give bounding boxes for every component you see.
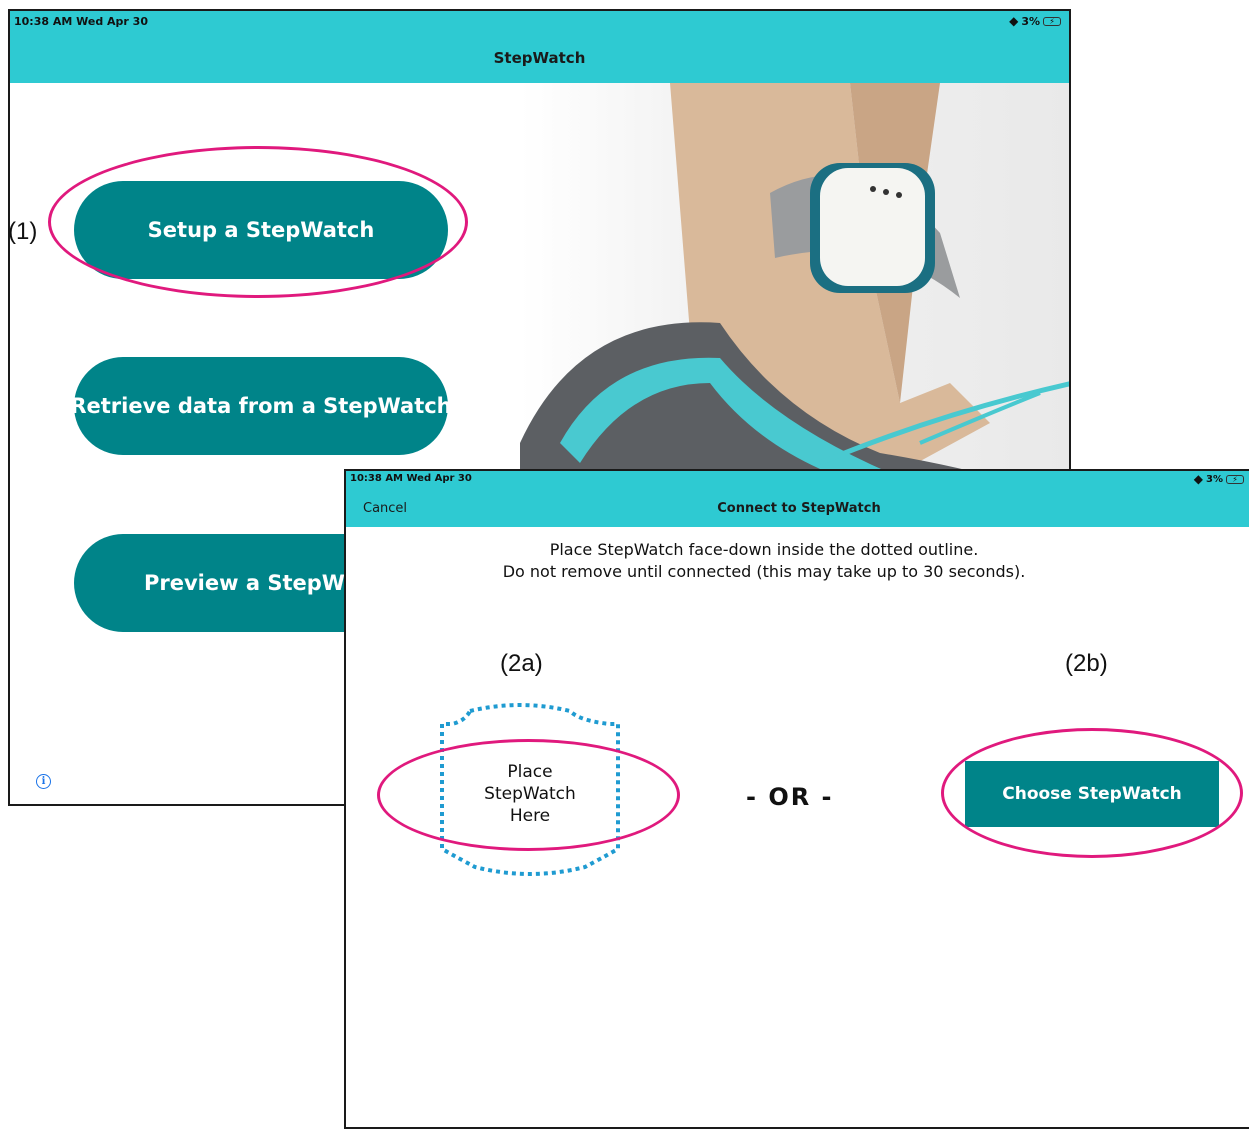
device-dot xyxy=(883,189,889,195)
device-dot xyxy=(870,186,876,192)
retrieve-data-button[interactable]: Retrieve data from a StepWatch xyxy=(70,357,452,455)
wifi-icon: ◆ xyxy=(1193,472,1204,486)
nav-bar: StepWatch xyxy=(10,33,1069,83)
wifi-icon: ◆ xyxy=(1009,14,1019,28)
page-title: StepWatch xyxy=(493,49,586,67)
info-icon[interactable]: i xyxy=(36,774,51,789)
status-icons: ◆ 3% ⚡ xyxy=(1194,472,1244,486)
annotation-2a: (2a) xyxy=(500,650,543,677)
battery-icon: ⚡ xyxy=(1226,474,1244,484)
status-icons: ◆ 3% ⚡ xyxy=(1009,14,1061,28)
annotation-1: (1) xyxy=(8,218,38,245)
highlight-ellipse xyxy=(48,146,468,298)
page-title: Connect to StepWatch xyxy=(717,501,881,516)
highlight-ellipse xyxy=(941,728,1243,858)
battery-percent: 3% xyxy=(1021,14,1040,28)
status-time: 10:38 AM Wed Apr 30 xyxy=(14,15,148,28)
status-bar: 10:38 AM Wed Apr 30 ◆ 3% ⚡ xyxy=(10,11,1069,33)
device-dot xyxy=(896,192,902,198)
nav-bar: Cancel Connect to StepWatch xyxy=(346,487,1249,527)
instructions-line: Do not remove until connected (this may … xyxy=(502,562,1026,581)
stepwatch-device-face xyxy=(820,168,925,286)
battery-percent: 3% xyxy=(1206,473,1223,485)
annotation-2b: (2b) xyxy=(1065,650,1108,677)
or-separator: - OR - xyxy=(746,783,834,811)
highlight-ellipse xyxy=(377,739,680,851)
status-time: 10:38 AM Wed Apr 30 xyxy=(350,473,472,484)
instructions-line: Place StepWatch face-down inside the dot… xyxy=(549,540,979,559)
battery-icon: ⚡ xyxy=(1043,16,1061,26)
status-bar: 10:38 AM Wed Apr 30 ◆ 3% ⚡ xyxy=(346,471,1249,487)
instructions: Place StepWatch face-down inside the dot… xyxy=(346,539,1182,583)
